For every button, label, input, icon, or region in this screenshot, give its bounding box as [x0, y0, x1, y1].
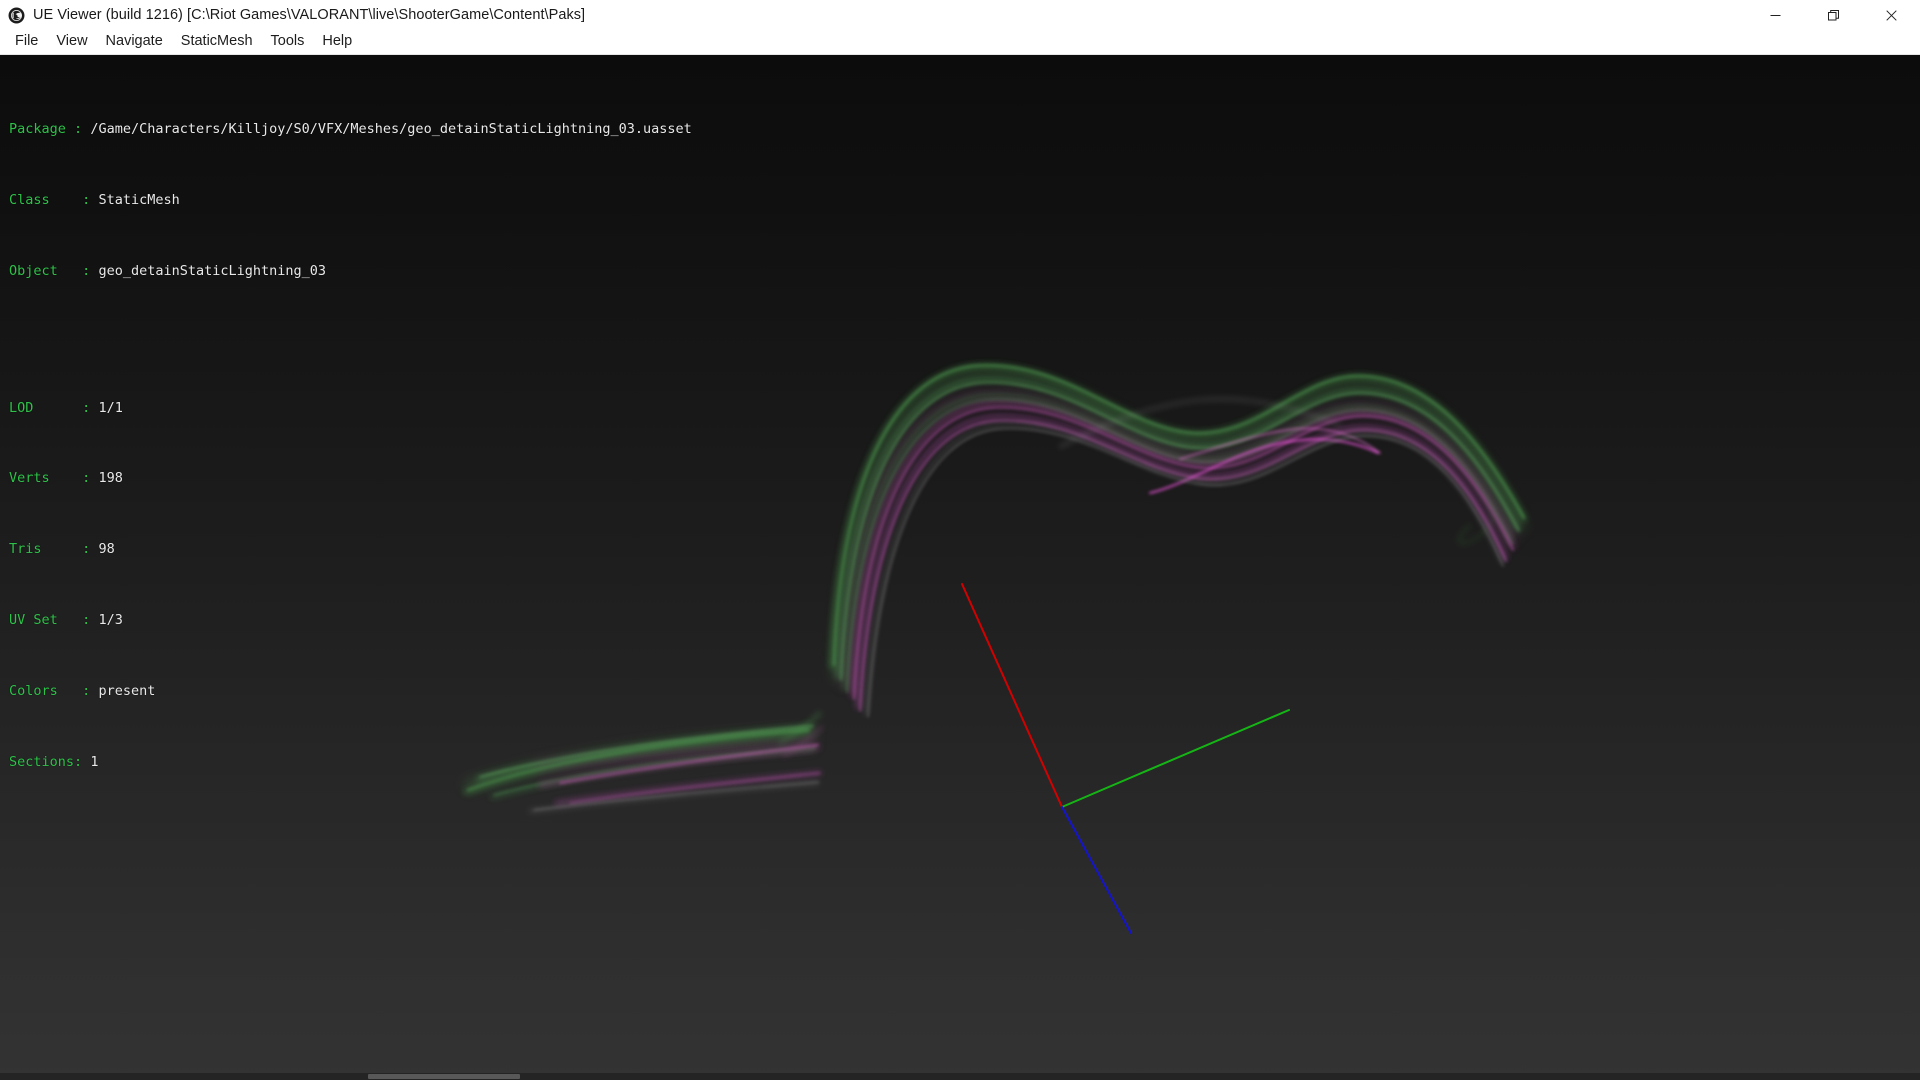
restore-button[interactable]	[1804, 0, 1862, 30]
mesh-ribbon-main	[829, 364, 1527, 718]
menu-item-view[interactable]: View	[47, 32, 96, 52]
minimize-button[interactable]	[1746, 0, 1804, 30]
horizontal-scrollbar-thumb[interactable]	[368, 1074, 520, 1079]
window-title: UE Viewer (build 1216) [C:\Riot Games\VA…	[33, 7, 586, 23]
menu-item-navigate[interactable]: Navigate	[97, 32, 172, 52]
menu-item-staticmesh[interactable]: StaticMesh	[172, 32, 262, 52]
axis-gizmo	[961, 583, 1290, 934]
3d-mesh-viewport[interactable]: Package : /Game/Characters/Killjoy/S0/VF…	[0, 55, 1920, 1080]
y-axis-line	[1061, 709, 1290, 808]
minimize-icon	[1770, 14, 1780, 16]
horizontal-scrollbar[interactable]	[0, 1073, 1920, 1080]
title-bar-left: UE Viewer (build 1216) [C:\Riot Games\VA…	[0, 7, 1746, 24]
ue-viewer-window: UE Viewer (build 1216) [C:\Riot Games\VA…	[0, 0, 1920, 1080]
restore-icon	[1827, 9, 1839, 20]
close-icon	[1885, 9, 1897, 21]
z-axis-line	[1061, 806, 1132, 934]
mesh-ribbon-secondary	[464, 711, 823, 813]
close-button[interactable]	[1862, 0, 1920, 30]
viewport-render-canvas	[464, 364, 1527, 934]
title-bar: UE Viewer (build 1216) [C:\Riot Games\VA…	[0, 0, 1920, 30]
window-controls	[1746, 0, 1920, 30]
x-axis-line	[961, 583, 1063, 808]
menu-item-file[interactable]: File	[6, 32, 47, 52]
unreal-engine-logo-icon	[8, 7, 25, 23]
menu-item-help[interactable]: Help	[313, 32, 361, 52]
menu-bar: File View Navigate StaticMesh Tools Help	[0, 30, 1920, 55]
menu-item-tools[interactable]: Tools	[262, 32, 314, 52]
